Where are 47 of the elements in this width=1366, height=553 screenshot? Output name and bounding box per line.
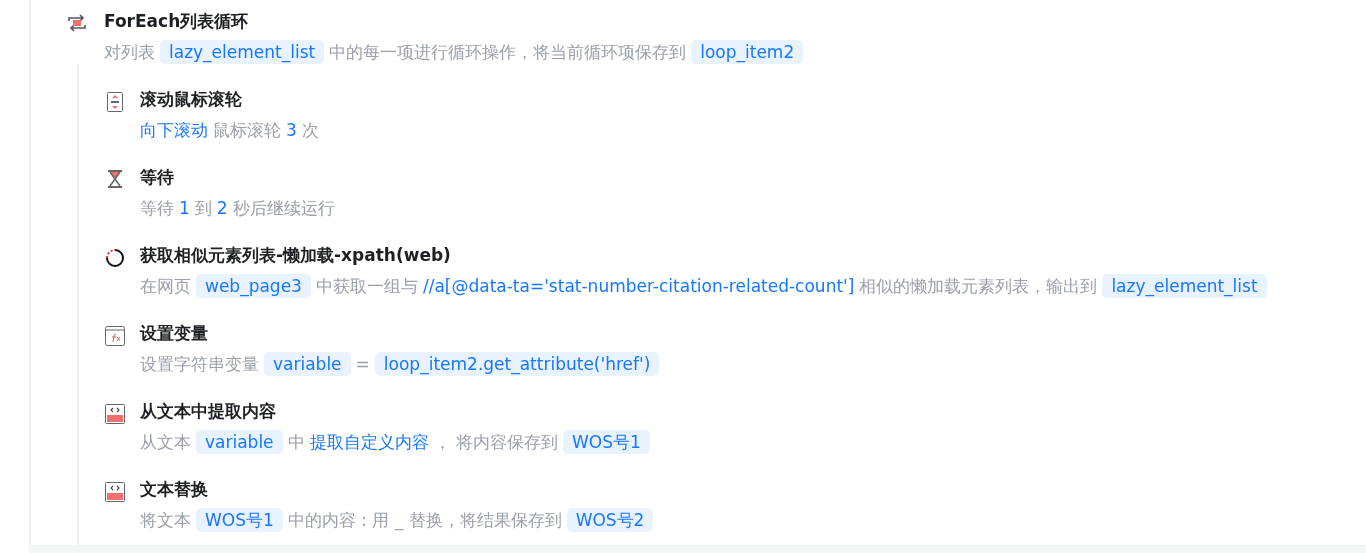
function-icon — [105, 326, 125, 346]
description-text: 次 — [301, 119, 319, 142]
description-text: 中 — [287, 431, 305, 454]
code-text-icon — [105, 404, 125, 424]
variable-tag[interactable]: loop_item2.get_attribute('href') — [374, 352, 660, 376]
description-text: 中获取一组与 — [315, 275, 418, 298]
parameter-link[interactable]: 1 — [179, 196, 190, 220]
code-text-icon — [105, 482, 125, 502]
variable-tag[interactable]: variable — [196, 430, 283, 454]
description-text: 从文本 — [140, 431, 191, 454]
step-title: 滚动鼠标滚轮 — [140, 88, 243, 110]
description-text: ， 将内容保存到 — [433, 431, 558, 454]
parameter-link[interactable]: 2 — [216, 196, 228, 220]
step-title: 获取相似元素列表-懒加载-xpath(web) — [140, 244, 452, 266]
description-text: 等待 — [140, 197, 174, 220]
parameter-link[interactable]: 3 — [286, 118, 297, 142]
parameter-link[interactable]: 提取自定义内容 — [309, 430, 429, 454]
variable-tag[interactable]: WOS号2 — [566, 508, 654, 532]
description-text: 到 — [194, 197, 212, 220]
variable-tag[interactable]: lazy_element_list — [1102, 274, 1267, 298]
hourglass-icon — [106, 170, 124, 188]
description-text: = — [355, 353, 370, 376]
description-text: 秒后继续运行 — [232, 197, 335, 220]
spinner-icon — [105, 248, 125, 268]
variable-tag[interactable]: web_page3 — [196, 274, 311, 298]
parameter-link[interactable]: //a[@data-ta='stat-number-citation-related-count'] — [422, 274, 855, 298]
step-title: 从文本中提取内容 — [140, 400, 277, 422]
description-text: 在网页 — [140, 275, 191, 298]
description-text: 鼠标滚轮 — [213, 119, 281, 142]
description-text: 中的每一项进行循环操作，将当前循环项保存到 — [329, 41, 687, 64]
description-text: 相似的懒加载元素列表，输出到 — [859, 275, 1098, 298]
scroll-wheel-icon — [107, 92, 123, 112]
variable-tag[interactable]: lazy_element_list — [160, 40, 325, 64]
description-text: 对列表 — [104, 41, 155, 64]
variable-tag[interactable]: variable — [264, 352, 351, 376]
step-title: 等待 — [140, 166, 175, 188]
variable-tag[interactable]: WOS号1 — [563, 430, 650, 454]
variable-tag[interactable]: WOS号1 — [196, 508, 283, 532]
step-title: 文本替换 — [140, 478, 209, 500]
variable-tag[interactable]: loop_item2 — [691, 40, 804, 64]
loop-icon — [66, 14, 88, 32]
step-title: 设置变量 — [140, 322, 209, 344]
description-text: 中的内容 : 用 _ 替换，将结果保存到 — [287, 509, 562, 532]
parameter-link[interactable]: 向下滚动 — [140, 118, 208, 142]
step-title: ForEach列表循环 — [104, 10, 250, 32]
description-text: 将文本 — [140, 509, 191, 532]
description-text: 设置字符串变量 — [140, 353, 259, 376]
